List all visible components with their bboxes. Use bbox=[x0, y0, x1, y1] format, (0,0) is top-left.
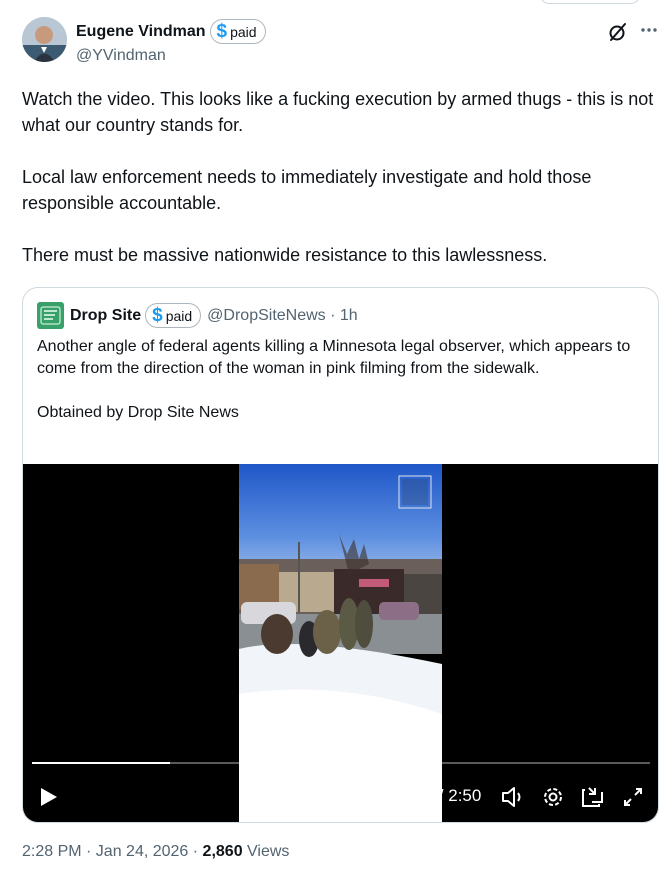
video-progress-bar[interactable] bbox=[32, 762, 650, 764]
quoted-paragraph: Another angle of federal agents killing … bbox=[37, 338, 631, 377]
avatar[interactable] bbox=[22, 17, 67, 62]
grok-icon[interactable] bbox=[607, 21, 629, 43]
volume-icon[interactable] bbox=[500, 783, 526, 811]
quoted-display-name[interactable]: Drop Site bbox=[70, 307, 141, 325]
drop-site-logo bbox=[37, 302, 64, 329]
dollar-icon: $ bbox=[152, 305, 163, 326]
previous-element-edge bbox=[540, 0, 640, 4]
video-player[interactable]: 0:38 / 2:50 bbox=[23, 464, 658, 822]
fullscreen-icon[interactable] bbox=[621, 783, 645, 811]
video-frame[interactable] bbox=[239, 464, 442, 822]
quoted-paid-badge[interactable]: $ paid bbox=[145, 303, 202, 328]
video-progress-fill bbox=[32, 762, 171, 764]
quoted-avatar[interactable] bbox=[37, 302, 64, 329]
quoted-text: Another angle of federal agents killing … bbox=[37, 336, 647, 446]
more-options-icon[interactable] bbox=[638, 19, 660, 41]
badge-label: paid bbox=[165, 307, 193, 324]
tweet-text: Watch the video. This looks like a fucki… bbox=[22, 86, 657, 294]
views-label: Views bbox=[242, 843, 290, 860]
timestamp[interactable]: 2:28 PM · Jan 24, 2026 · bbox=[22, 843, 203, 860]
tweet-header: Eugene Vindman $ paid @YVindman bbox=[22, 17, 669, 67]
dollar-icon: $ bbox=[216, 21, 228, 42]
display-name[interactable]: Eugene Vindman bbox=[76, 23, 206, 41]
play-icon[interactable] bbox=[37, 783, 61, 811]
pip-dock-icon[interactable] bbox=[580, 783, 606, 811]
tweet-paragraph: Local law enforcement needs to immediate… bbox=[22, 167, 592, 213]
name-row: Eugene Vindman $ paid bbox=[76, 19, 266, 44]
tweet-paragraph: Watch the video. This looks like a fucki… bbox=[22, 89, 654, 135]
handle[interactable]: @YVindman bbox=[76, 47, 166, 65]
views-count: 2,860 bbox=[202, 843, 243, 860]
video-time: 0:38 / 2:50 bbox=[401, 786, 482, 805]
quoted-tweet[interactable]: Drop Site $ paid @DropSiteNews · 1h Anot… bbox=[22, 287, 659, 823]
badge-label: paid bbox=[230, 23, 257, 40]
quoted-paragraph: Obtained by Drop Site News bbox=[37, 404, 239, 421]
quoted-handle-time[interactable]: @DropSiteNews · 1h bbox=[207, 307, 358, 325]
tweet-paragraph: There must be massive nationwide resista… bbox=[22, 245, 548, 265]
settings-gear-icon[interactable] bbox=[540, 783, 566, 811]
paid-badge[interactable]: $ paid bbox=[209, 19, 266, 44]
tweet-meta: 2:28 PM · Jan 24, 2026 · 2,860 Views bbox=[22, 843, 289, 861]
quoted-tweet-header: Drop Site $ paid @DropSiteNews · 1h bbox=[37, 302, 358, 329]
